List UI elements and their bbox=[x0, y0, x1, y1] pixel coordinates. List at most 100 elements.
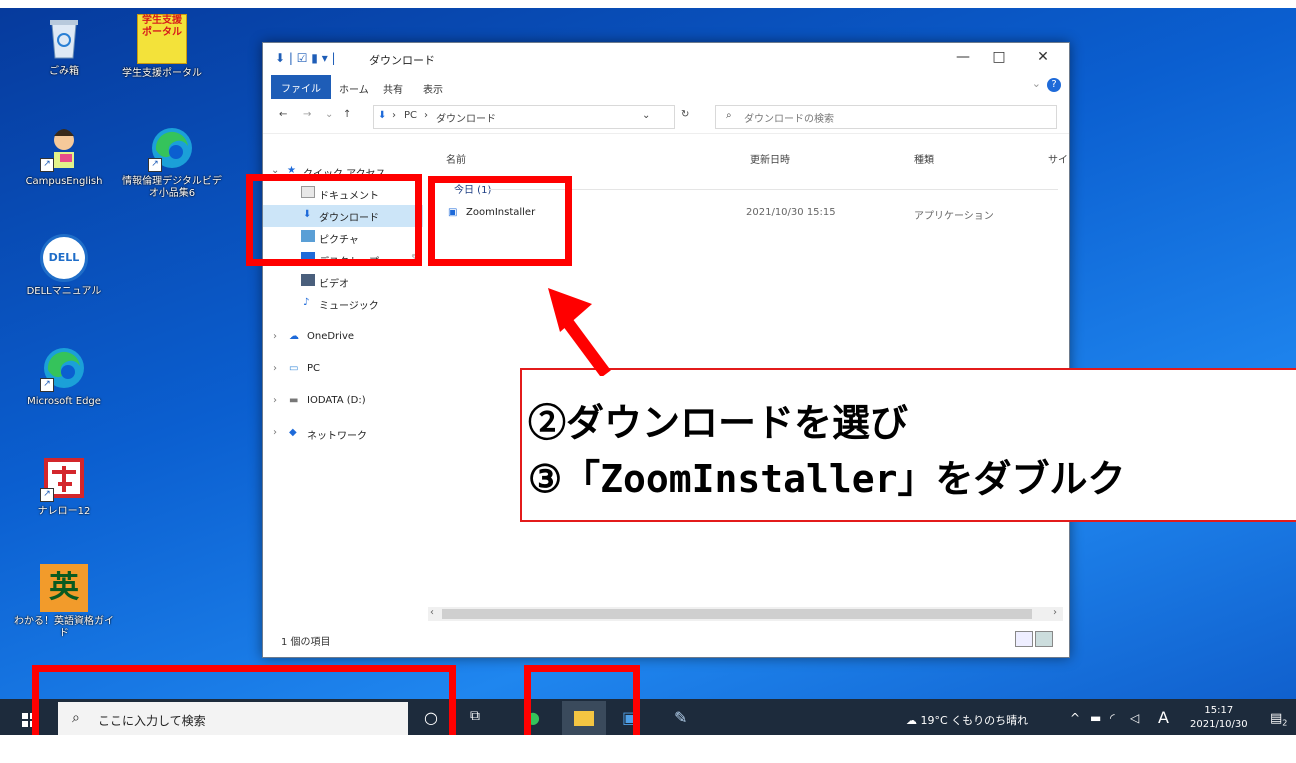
red-arrow-icon bbox=[548, 288, 611, 376]
folder-search-input[interactable]: ⌕ ダウンロードの検索 bbox=[715, 105, 1057, 129]
cloud-icon: ☁ bbox=[289, 331, 299, 342]
minimize-button[interactable]: — bbox=[943, 49, 983, 65]
column-type[interactable]: 種類 bbox=[914, 151, 934, 166]
dell-logo-icon: DELL bbox=[40, 234, 88, 282]
tab-file[interactable]: ファイル bbox=[271, 75, 331, 99]
desktop-icon-english-guide[interactable]: 英 わかる！英語資格ガイド bbox=[14, 564, 114, 640]
desktop-icon-label: Microsoft Edge bbox=[27, 396, 101, 407]
highlight-downloads-nav bbox=[246, 174, 422, 266]
nav-videos[interactable]: ビデオ bbox=[263, 271, 423, 293]
ribbon-expand-icon[interactable]: ⌄ bbox=[1032, 77, 1041, 90]
tab-home[interactable]: ホーム bbox=[331, 78, 377, 99]
nav-music[interactable]: ♪ ミュージック bbox=[263, 293, 423, 315]
column-name[interactable]: 名前 bbox=[446, 151, 466, 166]
large-icons-view-icon[interactable] bbox=[1035, 631, 1053, 647]
desktop-icon-label: ごみ箱 bbox=[49, 66, 79, 77]
instruction-step-3: ③「ZoomInstaller」をダブルク bbox=[528, 457, 1126, 501]
item-count: 1 個の項目 bbox=[281, 637, 331, 648]
battery-icon[interactable]: ▬ bbox=[1090, 711, 1101, 725]
address-bar[interactable]: ⬇ › PC › ダウンロード ⌄ bbox=[373, 105, 675, 129]
breadcrumb-sep: › bbox=[392, 110, 396, 121]
clock-date: 2021/10/30 bbox=[1190, 719, 1248, 730]
desktop-icon-label: 情報倫理デジタルビデオ小品集6 bbox=[122, 176, 222, 199]
refresh-icon[interactable]: ↻ bbox=[681, 109, 689, 120]
student-portal-icon: 学生支援 ポータル bbox=[137, 14, 187, 64]
chevron-right-icon: › bbox=[273, 395, 277, 406]
edge-icon: ↗ bbox=[40, 344, 88, 392]
instruction-step-2: ②ダウンロードを選び bbox=[528, 401, 909, 445]
desktop-icon-label: CampusEnglish bbox=[25, 176, 103, 187]
network-icon: ◆ bbox=[289, 427, 297, 438]
desktop-icon-student-portal[interactable]: 学生支援 ポータル 学生支援ポータル bbox=[112, 14, 212, 80]
nav-onedrive[interactable]: › ☁ OneDrive bbox=[263, 327, 423, 349]
search-icon: ⌕ bbox=[726, 110, 732, 121]
instruction-callout: ②ダウンロードを選び ③「ZoomInstaller」をダブルク bbox=[520, 368, 1296, 522]
nav-pc[interactable]: › ▭ PC bbox=[263, 359, 423, 381]
clock[interactable]: 15:17 2021/10/30 bbox=[1190, 704, 1248, 732]
nav-label: PC bbox=[307, 363, 321, 374]
volume-icon[interactable]: ◁ bbox=[1130, 711, 1139, 725]
chevron-right-icon: › bbox=[273, 363, 277, 374]
weather-text: 19°C くもりのち晴れ bbox=[920, 714, 1029, 727]
desktop-icon-campus-english[interactable]: ↗ CampusEnglish bbox=[14, 124, 114, 188]
column-size[interactable]: サイ bbox=[1048, 151, 1068, 166]
close-button[interactable]: ✕ bbox=[1023, 49, 1063, 65]
video-icon bbox=[301, 274, 315, 286]
recent-locations-button[interactable]: ⌄ bbox=[325, 109, 333, 120]
tab-share[interactable]: 共有 bbox=[375, 78, 411, 99]
up-button[interactable]: ↑ bbox=[343, 109, 351, 120]
nav-label: ネットワーク bbox=[307, 431, 367, 442]
desktop-icon-label: DELLマニュアル bbox=[26, 286, 102, 297]
breadcrumb-pc[interactable]: PC bbox=[404, 110, 417, 121]
breadcrumb-sep: › bbox=[424, 110, 428, 121]
highlight-zoominstaller-file bbox=[428, 176, 572, 266]
desktop-icon-recycle-bin[interactable]: ごみ箱 bbox=[14, 14, 114, 78]
cloud-sun-icon: ☁ bbox=[906, 714, 917, 727]
english-guide-icon: 英 bbox=[40, 564, 88, 612]
quick-access-toolbar[interactable]: ⬇ | ☑ ▮ ▾ | bbox=[275, 51, 336, 65]
recycle-bin-icon bbox=[40, 14, 88, 62]
tray-chevron-up-icon[interactable]: ^ bbox=[1070, 711, 1080, 725]
back-button[interactable]: ← bbox=[279, 109, 287, 120]
nav-label: OneDrive bbox=[307, 331, 355, 342]
desktop-icon-label: 学生支援ポータル bbox=[122, 68, 202, 79]
nav-iodata[interactable]: › ▬ IODATA (D:) bbox=[263, 391, 423, 413]
wifi-icon[interactable]: ◜ bbox=[1110, 711, 1115, 725]
desktop-icon-nareroo[interactable]: ↗ ナレロー12 bbox=[14, 454, 114, 518]
scroll-left-icon[interactable]: ‹ bbox=[430, 607, 434, 618]
notification-count: 2 bbox=[1282, 718, 1288, 728]
ime-indicator[interactable]: A bbox=[1158, 708, 1169, 727]
desktop-icon-label: わかる！英語資格ガイド bbox=[14, 616, 114, 639]
desktop-icon-dell-manual[interactable]: DELL DELLマニュアル bbox=[14, 234, 114, 298]
status-bar: 1 個の項目 bbox=[263, 625, 1069, 655]
breadcrumb-downloads[interactable]: ダウンロード bbox=[436, 110, 496, 125]
nav-network[interactable]: › ◆ ネットワーク bbox=[263, 423, 423, 445]
address-row: ← → ⌄ ↑ ⬇ › PC › ダウンロード ⌄ ↻ ⌕ ダウンロードの検索 bbox=[263, 99, 1069, 134]
details-view-icon[interactable] bbox=[1015, 631, 1033, 647]
task-view-icon[interactable]: ⧉ bbox=[470, 708, 480, 724]
desktop-icon-video-collection[interactable]: ↗ 情報倫理デジタルビデオ小品集6 bbox=[122, 124, 222, 200]
nav-label: ビデオ bbox=[319, 279, 349, 290]
title-bar: ⬇ | ☑ ▮ ▾ | ダウンロード — □ ✕ bbox=[263, 43, 1069, 75]
horizontal-scrollbar[interactable]: ‹ › bbox=[428, 607, 1063, 621]
maximize-button[interactable]: □ bbox=[979, 49, 1019, 65]
file-date: 2021/10/30 15:15 bbox=[746, 207, 836, 218]
desktop-icon-microsoft-edge[interactable]: ↗ Microsoft Edge bbox=[14, 344, 114, 408]
scroll-right-icon[interactable]: › bbox=[1053, 607, 1057, 618]
chevron-down-icon[interactable]: ⌄ bbox=[642, 110, 650, 121]
desktop: ごみ箱 学生支援 ポータル 学生支援ポータル ↗ CampusEnglish ↗… bbox=[0, 0, 1296, 763]
notification-icon[interactable]: ▤2 bbox=[1270, 711, 1287, 728]
forward-button[interactable]: → bbox=[303, 109, 311, 120]
scrollbar-thumb[interactable] bbox=[442, 609, 1032, 619]
drive-icon: ▬ bbox=[289, 395, 299, 406]
tab-view[interactable]: 表示 bbox=[415, 78, 451, 99]
desktop-icon-label: ナレロー12 bbox=[37, 506, 91, 517]
group-divider bbox=[488, 189, 1058, 190]
weather-widget[interactable]: ☁ 19°C くもりのち晴れ bbox=[906, 712, 1028, 728]
paint-icon[interactable]: ✎ bbox=[674, 708, 687, 727]
column-date[interactable]: 更新日時 bbox=[750, 151, 790, 166]
music-note-icon: ♪ bbox=[303, 297, 310, 308]
folder-search-placeholder: ダウンロードの検索 bbox=[744, 114, 834, 125]
help-icon[interactable]: ? bbox=[1047, 78, 1061, 92]
window-title: ダウンロード bbox=[369, 54, 435, 67]
